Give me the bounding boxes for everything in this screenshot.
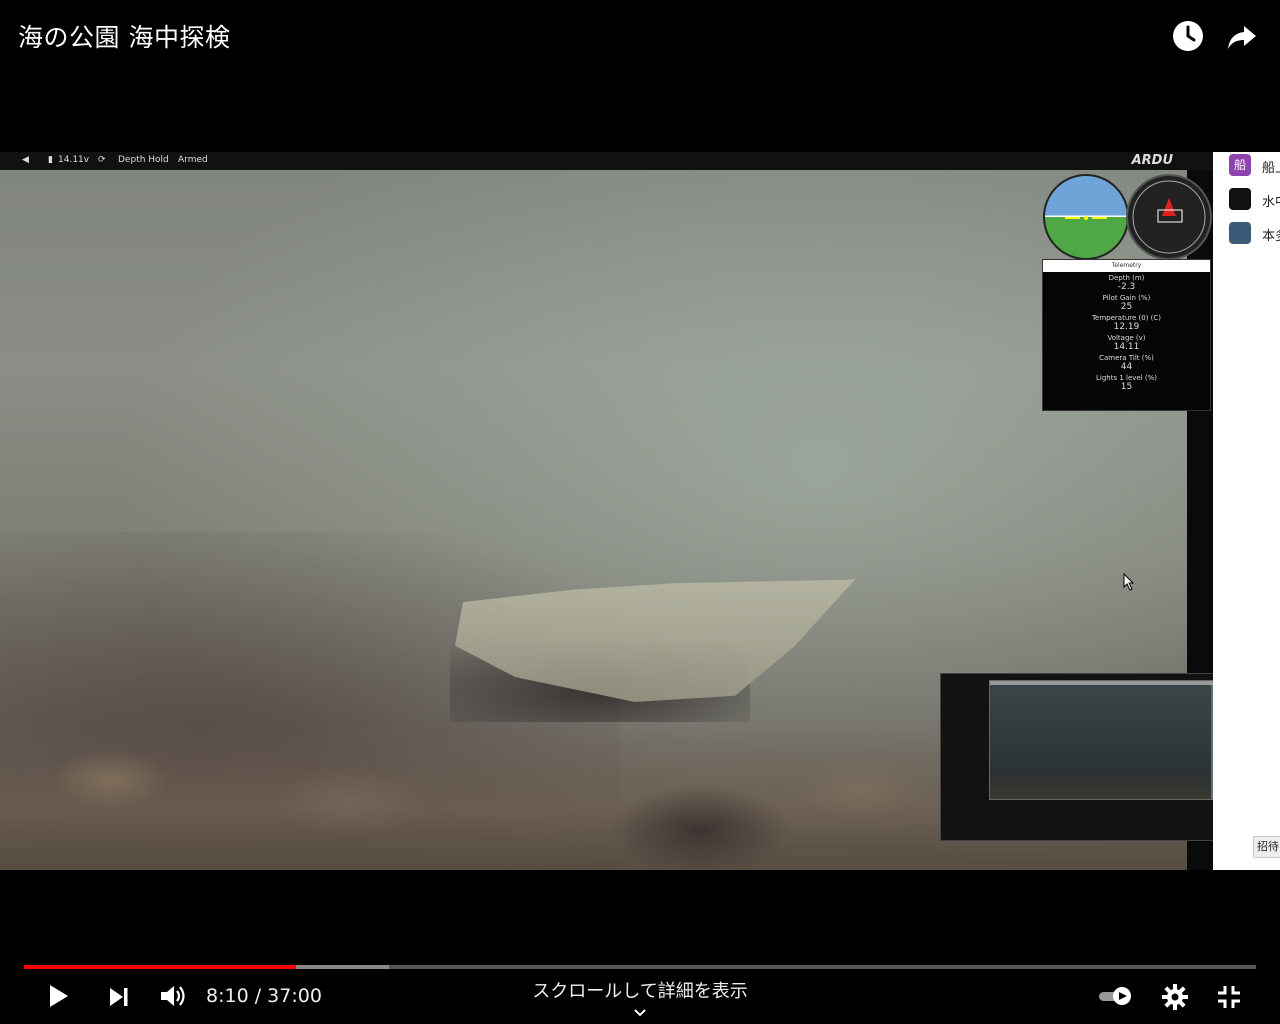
participant-avatar: [1229, 188, 1251, 210]
picture-in-picture[interactable]: [940, 673, 1238, 841]
telemetry-title: Telemetry: [1043, 260, 1210, 272]
participant-name: 本多: [1262, 229, 1280, 244]
gear-icon[interactable]: [1161, 983, 1189, 1015]
chevron-down-icon[interactable]: [633, 1003, 647, 1022]
pip-screen: [989, 680, 1234, 800]
hud-logo: ARDU: [1131, 153, 1173, 168]
hud-mode: Depth Hold: [118, 155, 169, 165]
hud-voltage: 14.11v: [58, 155, 90, 165]
telemetry-value: 44: [1120, 362, 1133, 372]
telemetry-panel: Telemetry Depth (m) -2.3 Pilot Gain (%) 25…: [1042, 259, 1211, 411]
progress-bar[interactable]: [24, 965, 1256, 969]
video-title: 海の公園 海中探検: [18, 23, 231, 52]
scroll-hint[interactable]: スクロールして詳細を表示: [0, 977, 1280, 1003]
telemetry-value: -2.3: [1117, 282, 1136, 292]
clock-icon[interactable]: [1170, 18, 1206, 54]
telemetry-value: 25: [1120, 302, 1133, 312]
telemetry-value: 15: [1120, 382, 1133, 392]
pip-screen-toolbar: [990, 681, 1233, 685]
hud-mode-icon: ⟳: [98, 155, 106, 165]
progress-played: [24, 965, 297, 969]
hud-battery-icon: ▮: [48, 155, 53, 165]
participant-name: 水中: [1262, 195, 1280, 210]
attitude-indicator-icon: [1043, 174, 1129, 260]
telemetry-value: 14.11: [1113, 342, 1140, 352]
telemetry-value: 12.19: [1113, 322, 1140, 332]
exit-fullscreen-icon[interactable]: [1216, 984, 1242, 1014]
participant-item[interactable]: 船 船上: [1229, 154, 1280, 178]
participant-panel: 船 船上 水中 本多: [1213, 152, 1280, 870]
share-arrow-icon[interactable]: [1224, 18, 1260, 54]
hud-arm-state: Armed: [178, 155, 208, 165]
participant-avatar: [1229, 222, 1251, 244]
mouse-cursor-icon: [1123, 573, 1135, 591]
participant-item[interactable]: 水中: [1229, 188, 1280, 212]
participant-item[interactable]: 本多: [1229, 222, 1280, 246]
pip-screen-seabed: [990, 769, 1233, 799]
autoplay-toggle-icon[interactable]: [1097, 986, 1133, 1010]
participant-name: 船上: [1262, 161, 1280, 176]
participant-avatar: 船: [1229, 154, 1251, 176]
invite-button[interactable]: 招待: [1253, 836, 1280, 858]
compass-icon: [1126, 174, 1212, 260]
hud-status-bar: ◀ ▮ 14.11v ⟳ Depth Hold Armed ARDU: [0, 152, 1213, 170]
hud-megaphone-icon: ◀: [22, 155, 29, 165]
